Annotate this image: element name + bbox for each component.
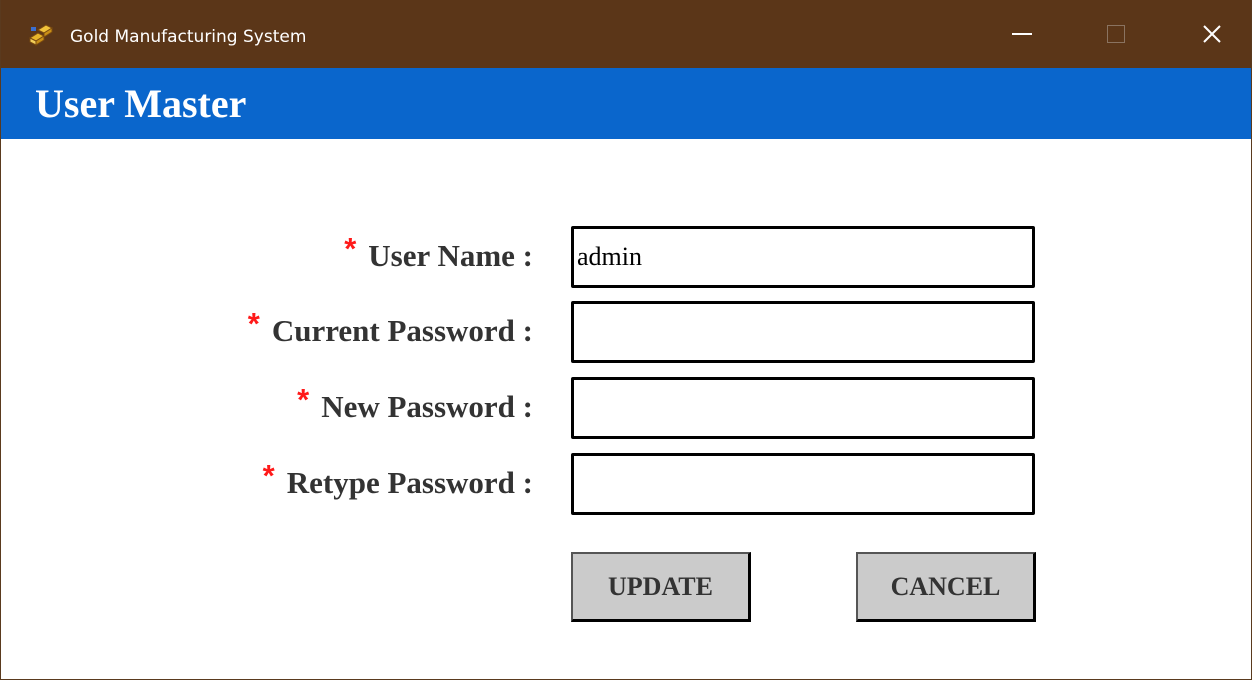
form-row-user-name: * User Name : xyxy=(1,226,1251,288)
current-password-label: * Current Password : xyxy=(248,306,533,351)
retype-password-label-text: Retype Password : xyxy=(286,465,533,500)
retype-password-label: * Retype Password : xyxy=(263,458,533,503)
close-button[interactable] xyxy=(1181,0,1243,68)
gold-bars-icon xyxy=(28,24,54,46)
minimize-icon xyxy=(1012,33,1032,35)
required-marker: * xyxy=(344,231,357,266)
maximize-icon xyxy=(1107,25,1125,43)
form-row-new-password: * New Password : xyxy=(1,377,1251,439)
update-button[interactable]: UPDATE xyxy=(571,552,751,622)
minimize-button[interactable] xyxy=(991,0,1053,68)
new-password-label-text: New Password : xyxy=(321,389,533,424)
required-marker: * xyxy=(262,458,275,493)
maximize-button[interactable] xyxy=(1085,0,1147,68)
user-name-label-text: User Name : xyxy=(368,238,533,273)
user-name-input[interactable] xyxy=(571,226,1035,288)
current-password-label-text: Current Password : xyxy=(271,313,533,348)
close-icon xyxy=(1203,25,1221,43)
required-marker: * xyxy=(297,382,310,417)
page-title: User Master xyxy=(35,81,247,126)
new-password-input[interactable] xyxy=(571,377,1035,439)
title-bar[interactable]: Gold Manufacturing System xyxy=(1,0,1251,68)
page-header: User Master xyxy=(1,68,1251,139)
form-row-retype-password: * Retype Password : xyxy=(1,453,1251,515)
form-row-current-password: * Current Password : xyxy=(1,301,1251,363)
current-password-input[interactable] xyxy=(571,301,1035,363)
cancel-button[interactable]: CANCEL xyxy=(856,552,1036,622)
user-name-label: * User Name : xyxy=(344,231,533,276)
retype-password-input[interactable] xyxy=(571,453,1035,515)
app-window: Gold Manufacturing System User Master * U… xyxy=(0,0,1252,680)
required-marker: * xyxy=(247,306,260,341)
window-title: Gold Manufacturing System xyxy=(70,27,307,47)
new-password-label: * New Password : xyxy=(297,382,533,427)
